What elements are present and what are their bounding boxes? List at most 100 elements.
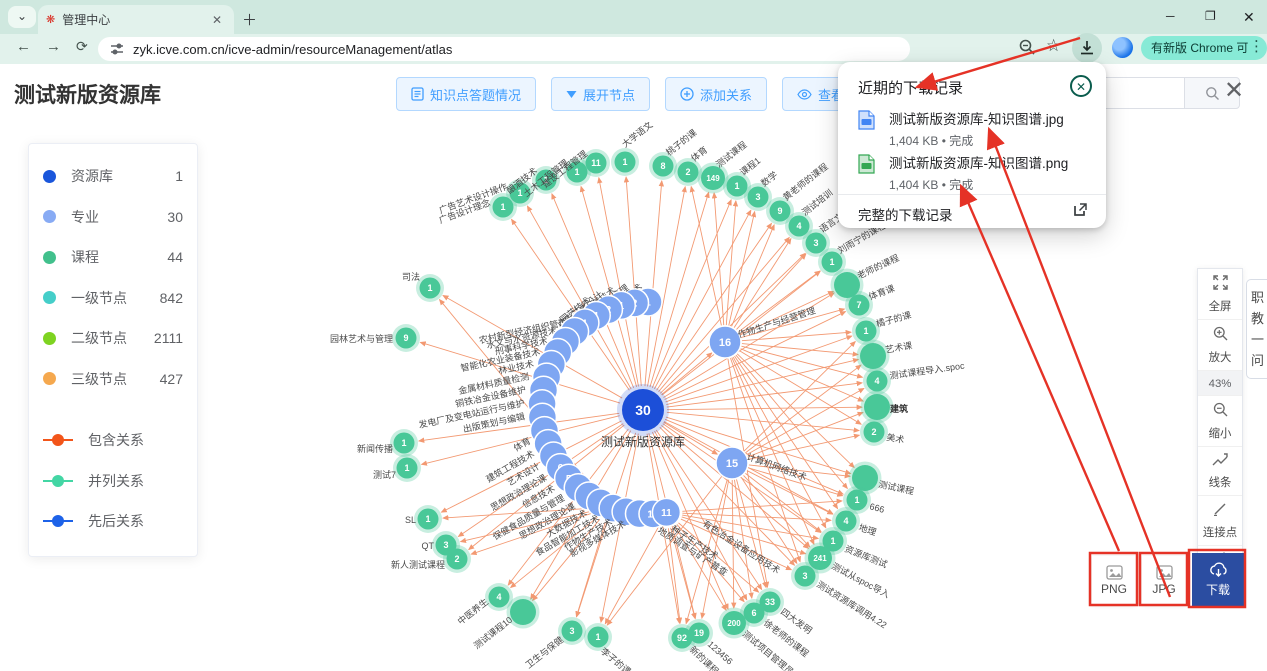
popup-divider xyxy=(838,194,1106,195)
svg-text:新人测试课程: 新人测试课程 xyxy=(391,559,445,570)
new-tab-button[interactable]: ＋ xyxy=(242,9,257,30)
download-file-name: 测试新版资源库-知识图谱.png xyxy=(889,152,1068,172)
svg-text:QT: QT xyxy=(422,541,435,551)
legend-node-type: 资源库1 xyxy=(43,156,183,197)
svg-text:1: 1 xyxy=(854,495,859,505)
window-close-button[interactable]: ✕ xyxy=(1243,9,1255,26)
svg-text:2: 2 xyxy=(871,427,876,437)
svg-text:测试培训: 测试培训 xyxy=(799,187,834,218)
legend-panel: 资源库1专业30课程44一级节点842二级节点2111三级节点427包含关系并列… xyxy=(28,143,198,557)
tool-zoomin[interactable]: 放大 xyxy=(1198,320,1242,371)
svg-text:3: 3 xyxy=(755,192,760,202)
header-button-2[interactable]: 展开节点 xyxy=(551,77,650,111)
svg-text:作物生产与经营管理: 作物生产与经营管理 xyxy=(736,304,816,339)
svg-text:橘子的课: 橘子的课 xyxy=(875,309,913,329)
zoomout-icon xyxy=(1213,402,1228,422)
export-jpg-label: JPG xyxy=(1152,582,1175,596)
svg-text:33: 33 xyxy=(765,597,775,607)
window-restore-button[interactable]: ❐ xyxy=(1205,9,1216,23)
svg-text:30: 30 xyxy=(635,402,651,418)
tab-search-chevron-icon[interactable]: ⌄ xyxy=(8,6,36,28)
svg-text:1: 1 xyxy=(863,326,868,336)
svg-text:李子的课: 李子的课 xyxy=(599,645,634,671)
svg-text:地理: 地理 xyxy=(857,521,878,537)
legend-node-type: 三级节点427 xyxy=(43,359,183,400)
svg-text:测试7: 测试7 xyxy=(373,469,396,480)
browser-menu-icon[interactable]: ⋮ xyxy=(1249,37,1264,55)
cloud-download-icon xyxy=(1209,562,1228,579)
zoom-page-icon[interactable] xyxy=(1018,38,1036,60)
tool-zoomout[interactable]: 缩小 xyxy=(1198,396,1242,447)
browser-tab[interactable]: ❋ 管理中心 ✕ xyxy=(38,5,234,34)
url-text: zyk.icve.com.cn/icve-admin/resourceManag… xyxy=(133,42,452,57)
legend-relation-glyph xyxy=(43,520,73,522)
downloads-icon[interactable] xyxy=(1078,39,1096,61)
close-atlas-icon[interactable]: ✕ xyxy=(1224,76,1244,105)
download-graph-button[interactable]: 下载 xyxy=(1192,553,1244,607)
tool-connector[interactable]: 连接点 xyxy=(1198,496,1242,546)
fullscreen-icon xyxy=(1213,275,1228,295)
tool-lines[interactable]: 线条 xyxy=(1198,447,1242,496)
svg-text:1: 1 xyxy=(404,463,409,473)
full-download-history-link[interactable]: 完整的下载记录 xyxy=(858,204,953,224)
svg-text:149: 149 xyxy=(706,174,720,183)
export-png-label: PNG xyxy=(1101,582,1127,596)
download-file-name: 测试新版资源库-知识图谱.jpg xyxy=(889,108,1064,128)
svg-text:1: 1 xyxy=(829,257,834,267)
browser-tab-strip: ⌄ ❋ 管理中心 ✕ ＋ ─ ❐ ✕ xyxy=(0,0,1267,34)
header-button-3[interactable]: 添加关系 xyxy=(665,77,767,111)
image-icon xyxy=(1156,565,1173,580)
profile-avatar[interactable] xyxy=(1112,37,1133,58)
svg-text:1: 1 xyxy=(830,536,835,546)
legend-dot xyxy=(43,372,56,385)
download-item[interactable]: 测试新版资源库-知识图谱.jpg 1,404 KB • 完成 xyxy=(858,108,1064,149)
side-tab-zhijiao[interactable]: 职教一问 xyxy=(1246,279,1267,379)
reload-icon[interactable]: ⟳ xyxy=(76,38,88,55)
tool-fullscreen[interactable]: 全屏 xyxy=(1198,269,1242,320)
legend-node-type: 二级节点2111 xyxy=(43,318,183,359)
svg-text:4: 4 xyxy=(796,221,801,231)
zoomin-icon xyxy=(1213,326,1228,346)
tab-close-icon[interactable]: ✕ xyxy=(208,11,226,29)
svg-text:司法: 司法 xyxy=(402,271,420,282)
svg-text:课程1: 课程1 xyxy=(738,156,762,178)
svg-text:200: 200 xyxy=(727,619,741,628)
svg-text:8: 8 xyxy=(660,161,665,171)
back-icon[interactable]: ← xyxy=(16,38,31,55)
export-png-button[interactable]: PNG xyxy=(1092,556,1136,604)
header-button-1[interactable]: 知识点答题情况 xyxy=(396,77,536,111)
legend-relation-glyph xyxy=(43,480,73,482)
svg-text:新闻传播: 新闻传播 xyxy=(357,443,393,454)
export-jpg-button[interactable]: JPG xyxy=(1142,556,1186,604)
external-link-icon[interactable] xyxy=(1073,202,1088,222)
legend-dot xyxy=(43,291,56,304)
image-icon xyxy=(1106,565,1123,580)
svg-text:2: 2 xyxy=(685,167,690,177)
svg-text:15: 15 xyxy=(726,458,738,470)
svg-text:16: 16 xyxy=(719,337,731,349)
legend-relation: 先后关系 xyxy=(43,501,183,542)
legend-dot xyxy=(43,210,56,223)
svg-text:3: 3 xyxy=(443,540,448,550)
zoom-percent: 43% xyxy=(1198,371,1242,396)
svg-text:1: 1 xyxy=(427,283,432,293)
download-graph-label: 下载 xyxy=(1206,581,1230,598)
svg-text:7: 7 xyxy=(856,300,861,310)
svg-text:4: 4 xyxy=(874,376,879,386)
svg-text:3: 3 xyxy=(802,571,807,581)
forward-icon[interactable]: → xyxy=(46,38,61,55)
page-title: 测试新版资源库 xyxy=(14,79,161,109)
window-minimize-button[interactable]: ─ xyxy=(1166,9,1175,23)
download-file-meta: 1,404 KB • 完成 xyxy=(889,132,1064,149)
popup-close-icon[interactable]: ✕ xyxy=(1070,75,1092,97)
svg-text:9: 9 xyxy=(777,206,782,216)
downloads-popup-title: 近期的下载记录 xyxy=(858,77,963,98)
bookmark-star-icon[interactable]: ☆ xyxy=(1046,36,1061,56)
svg-text:11: 11 xyxy=(661,508,672,519)
download-item[interactable]: 测试新版资源库-知识图谱.png1,404 KB • 完成 xyxy=(858,152,1068,193)
address-bar[interactable]: zyk.icve.com.cn/icve-admin/resourceManag… xyxy=(98,37,910,61)
browser-window: ⌄ ❋ 管理中心 ✕ ＋ ─ ❐ ✕ ← → ⟳ zyk.icve.com.cn… xyxy=(0,0,1267,671)
svg-text:老师的课程: 老师的课程 xyxy=(855,252,900,281)
legend-node-type: 一级节点842 xyxy=(43,278,183,319)
search-wrap xyxy=(1085,77,1240,109)
